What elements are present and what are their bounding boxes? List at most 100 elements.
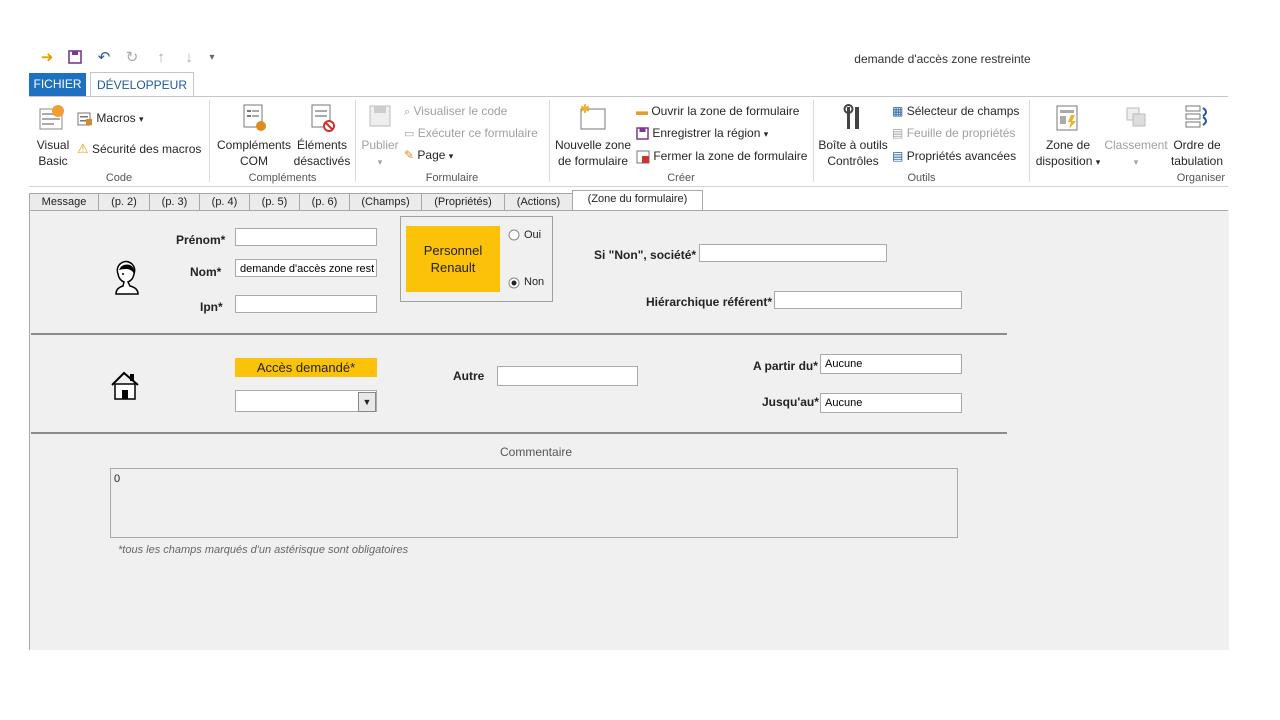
- societe-label: Si "Non", société*: [594, 248, 697, 262]
- macro-security-button[interactable]: ⚠ Sécurité des macros: [77, 141, 201, 157]
- com-addins-label-2: COM: [240, 154, 268, 168]
- section-divider: [31, 432, 1007, 434]
- redo-icon[interactable]: ↻: [124, 50, 140, 66]
- field-chooser-button[interactable]: ▦ Sélecteur de champs: [892, 104, 1019, 118]
- nom-field[interactable]: demande d'accès zone rest: [235, 259, 377, 277]
- tab-champs[interactable]: (Champs): [349, 193, 422, 211]
- tab-p4[interactable]: (p. 4): [199, 193, 250, 211]
- publish-button[interactable]: Publier ▾: [358, 103, 402, 170]
- chevron-down-icon: ▾: [139, 114, 144, 125]
- prenom-label: Prénom*: [176, 233, 226, 247]
- save-region-button[interactable]: Enregistrer la région ▾: [636, 126, 768, 141]
- chevron-down-icon: ▾: [448, 151, 454, 161]
- societe-field[interactable]: [699, 244, 887, 262]
- ipn-label: Ipn*: [200, 300, 223, 314]
- tab-p5[interactable]: (p. 5): [249, 193, 300, 211]
- jusqu-field[interactable]: Aucune: [820, 393, 962, 413]
- autre-field[interactable]: [497, 366, 638, 386]
- visual-basic-label-1: Visual: [36, 138, 70, 152]
- macros-button[interactable]: Macros ▾: [77, 111, 144, 127]
- ipn-field[interactable]: [235, 295, 377, 313]
- a-partir-field[interactable]: Aucune: [820, 354, 962, 374]
- prenom-field[interactable]: [235, 228, 377, 246]
- advanced-properties-icon: ▤: [892, 149, 904, 163]
- hierarchique-field[interactable]: [774, 291, 962, 309]
- commentaire-value: 0: [114, 473, 121, 485]
- layout-button[interactable]: Zone de disposition ▾: [1033, 103, 1103, 170]
- tab-proprietes[interactable]: (Propriétés): [421, 193, 505, 211]
- customize-icon[interactable]: ▾: [204, 50, 220, 66]
- section-divider: [31, 333, 1007, 335]
- tab-p6[interactable]: (p. 6): [299, 193, 350, 211]
- new-region-label-1: Nouvelle zone: [554, 138, 632, 152]
- property-sheet-button[interactable]: ▤ Feuille de propriétés: [892, 126, 1015, 140]
- group-addins-label: Compléments: [248, 172, 317, 184]
- view-code-label: Visualiser le code: [413, 104, 508, 118]
- open-region-button[interactable]: ▬ Ouvrir la zone de formulaire: [636, 104, 799, 118]
- visual-basic-icon: [39, 105, 64, 130]
- ordering-button[interactable]: Classement ▾: [1103, 103, 1169, 170]
- tab-zone-formulaire[interactable]: (Zone du formulaire): [572, 190, 703, 212]
- svg-text:✱: ✱: [580, 103, 590, 116]
- separator: [813, 100, 814, 182]
- warning-icon: ⚠: [77, 141, 89, 156]
- visual-basic-button[interactable]: Visual Basic: [33, 103, 73, 169]
- personnel-renault-badge: Personnel Renault: [406, 226, 500, 292]
- chevron-down-icon: ▼: [362, 397, 372, 407]
- tab-order-button[interactable]: Ordre de tabulation: [1167, 103, 1227, 169]
- advanced-properties-label: Propriétés avancées: [906, 149, 1017, 163]
- window-title: demande d'accès zone restreinte: [854, 52, 1031, 66]
- disabled-items-button[interactable]: Éléments désactivés: [293, 103, 351, 169]
- chevron-down-icon: ▾: [377, 157, 383, 167]
- send-icon[interactable]: ➜: [39, 50, 55, 66]
- undo-icon[interactable]: ↶: [96, 50, 112, 66]
- toolbox-button[interactable]: Boîte à outils Contrôles: [817, 103, 889, 169]
- commentaire-field[interactable]: 0: [110, 468, 958, 538]
- dropdown-button[interactable]: ▼: [358, 392, 376, 412]
- close-region-button[interactable]: Fermer la zone de formulaire: [636, 149, 807, 164]
- com-addins-button[interactable]: Compléments COM: [215, 103, 293, 169]
- advanced-properties-button[interactable]: ▤ Propriétés avancées: [892, 149, 1016, 163]
- separator: [355, 100, 356, 182]
- macro-security-label: Sécurité des macros: [92, 142, 202, 156]
- up-icon[interactable]: ↑: [153, 50, 169, 66]
- property-sheet-label: Feuille de propriétés: [906, 126, 1016, 140]
- acces-select[interactable]: [235, 390, 377, 412]
- macros-label: Macros: [96, 111, 136, 126]
- save-icon: [636, 127, 649, 141]
- tab-message[interactable]: Message: [29, 193, 99, 211]
- layout-label-1: Zone de: [1045, 138, 1091, 152]
- run-form-button[interactable]: ▭ Exécuter ce formulaire: [404, 126, 538, 140]
- tab-p2[interactable]: (p. 2): [98, 193, 150, 211]
- disabled-items-label-2: désactivés: [293, 154, 351, 168]
- tab-file[interactable]: FICHIER: [29, 73, 86, 96]
- com-addins-icon: [243, 104, 266, 131]
- page-button[interactable]: ✎ Page ▾: [404, 148, 453, 162]
- macros-icon: [77, 112, 92, 126]
- com-addins-label-1: Compléments: [216, 138, 292, 152]
- non-radio[interactable]: [508, 277, 520, 292]
- chevron-down-icon: ▾: [1133, 157, 1139, 167]
- tab-order-label-2: tabulation: [1170, 154, 1224, 168]
- tab-p3[interactable]: (p. 3): [149, 193, 200, 211]
- page-icon: ✎: [404, 148, 415, 162]
- house-icon: [108, 368, 142, 405]
- open-region-label: Ouvrir la zone de formulaire: [651, 104, 800, 118]
- save-icon[interactable]: [67, 50, 83, 66]
- new-region-button[interactable]: ✱ Nouvelle zone de formulaire: [553, 102, 633, 169]
- toolbox-icon: [843, 104, 859, 129]
- down-icon[interactable]: ↓: [181, 50, 197, 66]
- tab-order-label-1: Ordre de: [1173, 138, 1221, 152]
- tab-developer[interactable]: DÉVELOPPEUR: [90, 72, 194, 97]
- publish-label: Publier: [361, 138, 399, 152]
- close-region-label: Fermer la zone de formulaire: [653, 149, 808, 163]
- folder-icon: ▬: [636, 104, 648, 118]
- tab-actions[interactable]: (Actions): [504, 193, 573, 211]
- layout-label-2: disposition: [1035, 154, 1093, 168]
- jusqu-label: Jusqu'au*: [762, 395, 819, 409]
- oui-radio[interactable]: [508, 229, 520, 244]
- view-code-button[interactable]: ⌕ Visualiser le code: [404, 104, 507, 119]
- group-form-label: Formulaire: [425, 172, 479, 184]
- new-region-label-2: de formulaire: [557, 154, 629, 168]
- acces-demande-badge: Accès demandé*: [235, 358, 377, 377]
